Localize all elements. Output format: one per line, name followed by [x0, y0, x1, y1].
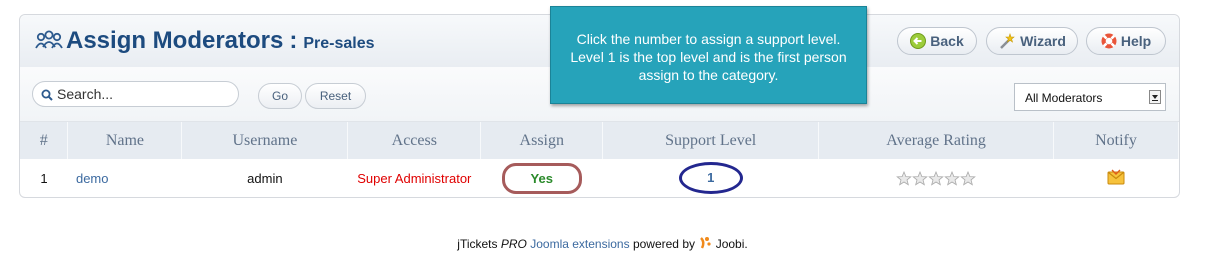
lifebuoy-icon [1101, 33, 1117, 49]
moderator-name-link[interactable]: demo [76, 171, 109, 186]
access-level: Super Administrator [357, 170, 472, 186]
column-header-notify[interactable]: Notify [1053, 122, 1179, 159]
footer-extensions-link[interactable]: Joomla extensions [530, 237, 629, 251]
column-header-name[interactable]: Name [67, 122, 183, 159]
support-level-tooltip: Click the number to assign a support lev… [550, 6, 867, 104]
moderator-filter-select[interactable]: All Moderators [1014, 83, 1166, 111]
column-header-support-level[interactable]: Support Level [602, 122, 820, 159]
notify-cell [1054, 159, 1179, 197]
row-number: 1 [40, 170, 48, 186]
support-level-cell: 1 [603, 159, 819, 197]
back-arrow-icon [910, 33, 927, 49]
star-icon [912, 170, 928, 186]
footer-brand[interactable]: Joobi. [716, 237, 748, 251]
back-button[interactable]: Back [897, 27, 977, 55]
envelope-notify-icon[interactable] [1107, 169, 1125, 189]
reset-button[interactable]: Reset [305, 83, 366, 109]
moderators-table: # Name Username Access Assign Support Le… [20, 122, 1179, 197]
help-button[interactable]: Help [1086, 27, 1166, 55]
column-header-number[interactable]: # [20, 122, 69, 159]
access-cell: Super Administrator [348, 159, 481, 197]
search-input[interactable] [57, 85, 227, 103]
help-button-label: Help [1120, 33, 1152, 49]
page-title: Assign Moderators: Pre-sales [66, 27, 375, 55]
star-rating [896, 170, 976, 186]
page-subtitle: Pre-sales [303, 35, 375, 52]
footer-powered-by: powered by [632, 237, 695, 251]
joobi-logo-icon [698, 237, 715, 251]
column-header-access[interactable]: Access [347, 122, 482, 159]
wizard-button[interactable]: Wizard [986, 27, 1078, 55]
support-level-link[interactable]: 1 [678, 162, 743, 194]
page-title-text: Assign Moderators [66, 27, 284, 54]
footer-product: jTickets [457, 237, 498, 251]
title-separator: : [289, 27, 298, 54]
search-box [32, 81, 239, 107]
average-rating-cell [819, 159, 1054, 197]
footer-pro: PRO [500, 237, 527, 251]
page-footer: jTickets PRO Joomla extensions powered b… [0, 236, 1205, 251]
moderator-filter-value: All Moderators [1025, 91, 1103, 105]
column-header-assign[interactable]: Assign [480, 122, 604, 159]
star-icon [944, 170, 960, 186]
star-icon [896, 170, 912, 186]
go-button[interactable]: Go [258, 83, 302, 109]
assign-cell: Yes [481, 159, 603, 197]
assign-toggle[interactable]: Yes [501, 162, 582, 194]
star-icon [928, 170, 944, 186]
magic-wand-icon [998, 33, 1016, 49]
dropdown-arrow-icon[interactable] [1149, 90, 1161, 104]
search-icon [41, 88, 53, 106]
table-row: 1 demo admin Super Administrator Yes 1 [20, 159, 1179, 197]
table-header-row: # Name Username Access Assign Support Le… [20, 122, 1179, 159]
tooltip-line-3: assign to the category. [638, 67, 779, 83]
back-button-label: Back [930, 33, 964, 49]
tooltip-line-2: Level 1 is the top level and is the firs… [570, 49, 847, 65]
username-cell: admin [247, 170, 283, 186]
star-icon [960, 170, 976, 186]
column-header-username[interactable]: Username [181, 122, 349, 159]
column-header-average-rating[interactable]: Average Rating [818, 122, 1054, 159]
users-icon [35, 30, 63, 57]
tooltip-line-1: Click the number to assign a support lev… [576, 31, 841, 47]
moderator-name-cell: demo [68, 159, 182, 197]
wizard-button-label: Wizard [1020, 33, 1066, 49]
